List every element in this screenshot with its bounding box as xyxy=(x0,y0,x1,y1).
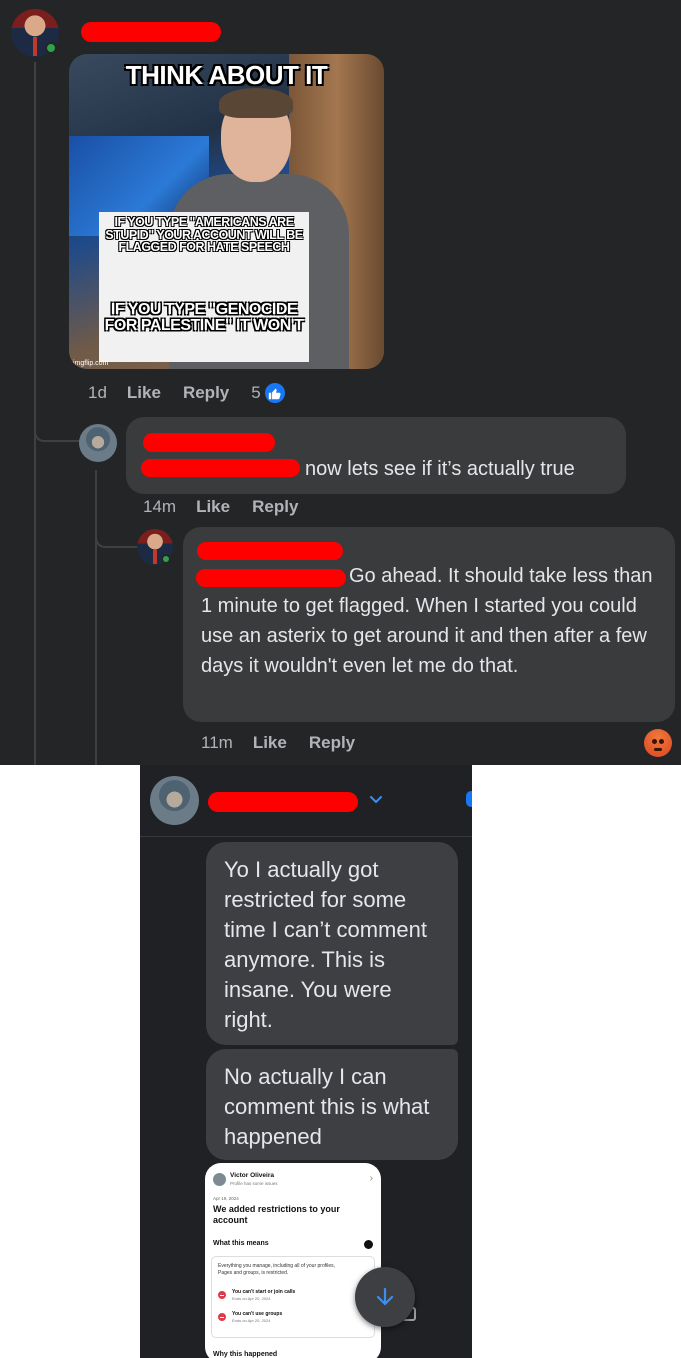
meme-person-hair xyxy=(219,88,293,118)
restriction-title: You can't use groups xyxy=(232,1311,283,1317)
restriction-item: You can't use groups Ends on Apr 20, 202… xyxy=(218,1311,282,1323)
meme-image[interactable]: THINK ABOUT IT IF YOU TYPE "AMERICANS AR… xyxy=(69,54,384,369)
reply-button[interactable]: Reply xyxy=(183,383,229,403)
attachment-subheading: What this means xyxy=(213,1240,269,1247)
attachment-screenshot[interactable]: Victor Oliveira Profile has some issues … xyxy=(205,1163,381,1358)
like-reaction-icon[interactable] xyxy=(262,381,287,405)
redacted-commenter-name xyxy=(197,542,343,560)
arrow-down-icon xyxy=(376,1287,394,1306)
restriction-end: Ends on Apr 20, 2024 xyxy=(232,1318,271,1323)
restriction-title: You can't start or join calls xyxy=(232,1289,296,1295)
avatar xyxy=(213,1173,226,1186)
redacted-author-name xyxy=(81,22,221,42)
redacted-mention xyxy=(196,569,346,587)
info-icon xyxy=(364,1240,373,1249)
call-icon[interactable] xyxy=(466,791,472,807)
like-button[interactable]: Like xyxy=(253,733,287,753)
restriction-end: Ends on Apr 20, 2024 xyxy=(232,1296,271,1301)
attachment-profile-name: Victor Oliveira xyxy=(230,1172,274,1179)
thread-line xyxy=(95,470,97,765)
message-bubble: No actually I can comment this is what h… xyxy=(206,1049,458,1160)
redacted-mention xyxy=(141,459,300,477)
meme-sign-top-text: IF YOU TYPE "AMERICANS ARE STUPID" YOUR … xyxy=(105,215,303,254)
like-button[interactable]: Like xyxy=(196,497,230,517)
restriction-item: You can't start or join calls Ends on Ap… xyxy=(218,1289,295,1301)
online-status-indicator xyxy=(45,42,57,54)
reply-button[interactable]: Reply xyxy=(252,497,298,517)
thread-connector xyxy=(34,410,80,442)
conversation-header xyxy=(140,765,472,837)
scroll-to-bottom-button[interactable] xyxy=(355,1267,415,1327)
reply-timestamp[interactable]: 14m xyxy=(143,497,176,517)
contact-avatar[interactable] xyxy=(150,776,199,825)
messenger-conversation: Yo I actually got restricted for some ti… xyxy=(140,765,472,1358)
chevron-down-icon[interactable] xyxy=(368,791,384,807)
reply-timestamp[interactable]: 11m xyxy=(201,733,233,753)
chevron-right-icon: › xyxy=(369,1173,373,1184)
restrictions-card: Everything you manage, including all of … xyxy=(211,1256,375,1338)
message-bubble: Yo I actually got restricted for some ti… xyxy=(206,842,458,1045)
reply-button[interactable]: Reply xyxy=(309,733,355,753)
attachment-profile-status: Profile has some issues xyxy=(230,1181,278,1186)
reply-actions: 14m Like Reply xyxy=(143,497,320,517)
post-actions: 1d Like Reply 5 xyxy=(88,381,287,405)
blocked-icon xyxy=(218,1313,226,1321)
angry-icon[interactable] xyxy=(644,729,672,757)
angry-mouth xyxy=(654,748,662,751)
redacted-contact-name xyxy=(208,792,358,812)
comment-thread: THINK ABOUT IT IF YOU TYPE "AMERICANS AR… xyxy=(0,0,681,765)
meme-sign-bottom-text: IF YOU TYPE "GENOCIDE FOR PALESTINE" IT … xyxy=(104,301,304,334)
online-status-indicator xyxy=(161,554,171,564)
commenter-avatar[interactable] xyxy=(79,424,117,462)
like-button[interactable]: Like xyxy=(127,383,161,403)
reply-text: now lets see if it’s actually true xyxy=(305,458,575,480)
thread-connector xyxy=(95,520,137,548)
meme-title: THINK ABOUT IT xyxy=(125,60,328,90)
reaction-count[interactable]: 5 xyxy=(251,383,260,403)
meme-watermark: imgflip.com xyxy=(73,360,109,367)
restrictions-explanation: Everything you manage, including all of … xyxy=(218,1263,336,1276)
attachment-heading: We added restrictions to your account xyxy=(213,1204,340,1225)
reply-bubble: now lets see if it’s actually true xyxy=(126,417,626,494)
blocked-icon xyxy=(218,1291,226,1299)
redacted-commenter-name xyxy=(143,433,275,452)
reply-actions: 11m Like Reply xyxy=(201,733,377,753)
attachment-date: Apr 19, 2024 xyxy=(213,1196,239,1201)
attachment-next-heading: Why this happened xyxy=(213,1351,278,1358)
post-timestamp[interactable]: 1d xyxy=(88,383,107,403)
